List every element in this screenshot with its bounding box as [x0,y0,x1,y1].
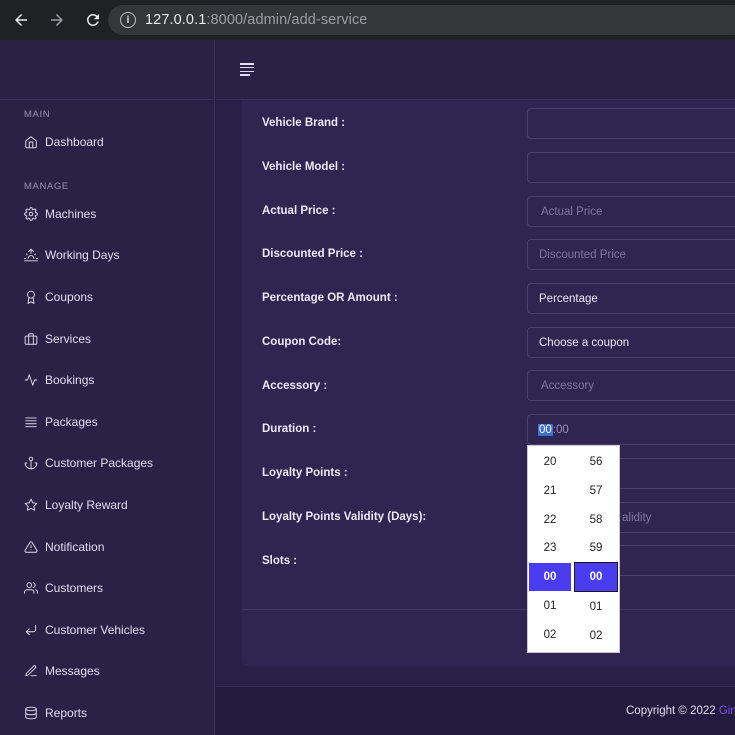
sidebar-item-machines[interactable]: Machines [24,207,96,221]
minute-option[interactable]: 56 [575,448,617,476]
top-header [216,40,735,100]
corner-down-left-icon [25,624,37,636]
reload-icon [86,13,99,26]
copyright-label: Copyright © 2022 [626,705,719,717]
url-path: :8000/admin/add-service [206,12,368,28]
sunrise-icon [24,248,38,262]
sidebar-logo-area [0,40,214,100]
sidebar-item-label: Dashboard [45,135,104,149]
sidebar-item-label: Customers [45,581,104,595]
sidebar-item-dashboard[interactable]: Dashboard [24,135,104,149]
sidebar-item-coupons[interactable]: Coupons [24,290,93,304]
edit-icon [25,665,37,677]
star-icon [24,498,38,511]
brand-link[interactable]: Gin [719,705,735,717]
duration-minutes: :00 [552,423,569,436]
reload-button[interactable] [78,5,108,35]
minute-option[interactable]: 02 [575,622,617,650]
accessory-label: Accessory : [262,380,328,392]
minute-option[interactable]: 57 [575,477,617,505]
minute-option-selected[interactable]: 00 [574,562,618,592]
arrow-right-icon [51,14,63,26]
users-icon [24,582,38,594]
percentage-or-amount-label: Percentage OR Amount : [262,292,398,304]
database-icon [25,706,37,720]
sidebar-item-label: Services [45,332,92,346]
activity-icon [24,374,38,386]
percentage-or-amount-select[interactable]: Percentage [527,283,735,314]
minute-option[interactable]: 58 [575,506,617,534]
copyright-text: Copyright © 2022 Gin [626,705,735,717]
sidebar-item-customer-packages[interactable]: Customer Packages [24,456,153,470]
list-icon [25,417,37,428]
vehicle-brand-label: Vehicle Brand : [262,117,346,129]
hour-option-selected[interactable]: 00 [529,563,571,591]
hour-option[interactable]: 21 [529,477,571,505]
gear-icon [24,207,38,221]
sidebar-item-customer-vehicles[interactable]: Customer Vehicles [24,623,145,637]
sidebar-section-manage: MANAGE [24,181,69,192]
actual-price-label: Actual Price : [262,205,336,217]
loyalty-validity-label: Loyalty Points Validity (Days): [262,511,427,523]
card-divider [242,609,735,610]
sidebar-item-label: Packages [45,415,98,429]
briefcase-icon [24,333,38,345]
minute-option[interactable]: 01 [575,593,617,621]
accessory-input[interactable]: Accessory [527,370,735,401]
coupon-code-select[interactable]: Choose a coupon [527,327,735,358]
duration-label: Duration : [262,423,317,435]
sidebar-item-messages[interactable]: Messages [24,664,100,678]
slots-label: Slots : [262,555,298,567]
sidebar-item-label: Messages [45,664,100,678]
vehicle-brand-input[interactable] [527,108,735,139]
hour-option[interactable]: 01 [529,592,571,620]
hour-option[interactable]: 23 [529,534,571,562]
time-picker-dropdown: 20 21 22 23 00 01 02 56 57 58 59 00 01 0… [527,445,620,653]
discounted-price-label: Discounted Price : [262,248,363,260]
sidebar-item-customers[interactable]: Customers [24,581,103,595]
loyalty-points-label: Loyalty Points : [262,467,348,479]
sidebar-item-label: Reports [45,706,88,720]
vehicle-model-input[interactable] [527,152,735,183]
sidebar-item-bookings[interactable]: Bookings [24,373,94,387]
alert-triangle-icon [24,541,38,553]
arrow-left-icon [15,14,27,26]
forward-button[interactable] [42,5,72,35]
sidebar-item-label: Bookings [45,373,95,387]
sidebar-item-label: Loyalty Reward [45,498,128,512]
browser-toolbar: i 127.0.0.1:8000/admin/add-service [0,0,735,40]
duration-input[interactable]: 00:00 [527,414,735,445]
award-icon [27,290,35,304]
sidebar-item-label: Coupons [45,290,94,304]
sidebar-item-label: Notification [45,540,105,554]
sidebar-section-main: MAIN [24,109,51,120]
home-icon [25,136,37,149]
url-host: 127.0.0.1 [145,12,207,28]
hour-option[interactable]: 22 [529,506,571,534]
sidebar-item-working-days[interactable]: Working Days [24,248,119,262]
sidebar-item-label: Customer Packages [45,456,154,470]
duration-hours: 00 [538,423,553,436]
discounted-price-input[interactable]: Discounted Price [527,239,735,270]
coupon-code-label: Coupon Code: [262,336,342,348]
hour-option[interactable]: 02 [529,621,571,649]
sidebar-item-label: Customer Vehicles [45,623,146,637]
hour-option[interactable]: 20 [529,448,571,476]
sidebar-item-label: Machines [45,207,97,221]
sidebar-item-packages[interactable]: Packages [24,415,98,429]
url-text: 127.0.0.1:8000/admin/add-service [145,12,367,28]
sidebar-item-reports[interactable]: Reports [24,706,87,720]
minute-option[interactable]: 59 [575,534,617,562]
info-icon[interactable]: i [120,12,136,28]
anchor-icon [24,456,38,470]
vehicle-model-label: Vehicle Model : [262,161,346,173]
actual-price-input[interactable]: Actual Price [527,196,735,227]
back-button[interactable] [6,5,36,35]
sidebar-item-notification[interactable]: Notification [24,540,104,554]
sidebar-item-services[interactable]: Services [24,332,91,346]
menu-toggle-icon[interactable] [240,63,256,77]
sidebar-item-loyalty-reward[interactable]: Loyalty Reward [24,498,128,512]
address-bar[interactable]: i 127.0.0.1:8000/admin/add-service [108,5,735,35]
sidebar-item-label: Working Days [45,248,120,262]
